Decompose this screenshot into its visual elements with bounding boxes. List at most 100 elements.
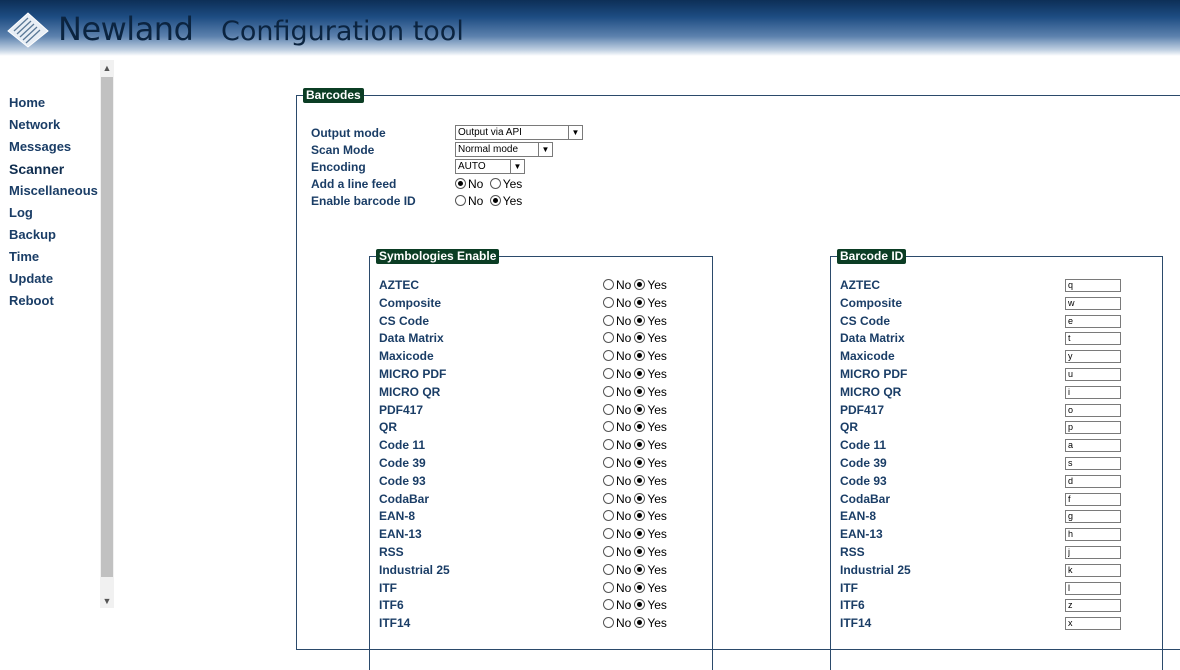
barcode-id-input[interactable] — [1065, 581, 1121, 595]
symbology-no-radio[interactable] — [603, 385, 614, 397]
barcode-id-input[interactable] — [1065, 385, 1121, 399]
barcode-id-no-radio[interactable] — [455, 195, 466, 206]
symbology-yes-radio[interactable] — [634, 332, 646, 344]
symbology-yes-radio[interactable] — [634, 546, 646, 557]
symbology-yes-radio[interactable] — [634, 510, 646, 522]
nav-item-log[interactable]: Log — [0, 202, 100, 224]
symbology-row: CS Code No Yes — [379, 312, 699, 330]
symbology-no-radio[interactable] — [603, 403, 614, 415]
barcode-id-input[interactable] — [1065, 350, 1121, 364]
barcode-id-row: PDF417 — [840, 401, 1160, 419]
barcode-id-input[interactable] — [1065, 421, 1121, 435]
symbology-no-radio[interactable] — [603, 421, 614, 433]
barcode-id-row: Maxicode — [840, 347, 1160, 365]
symbology-no-radio[interactable] — [603, 439, 614, 451]
symbology-no-radio[interactable] — [603, 563, 614, 575]
barcode-id-input[interactable] — [1065, 528, 1121, 542]
barcode-id-input[interactable] — [1065, 563, 1121, 577]
barcode-id-input[interactable] — [1065, 617, 1121, 631]
nav-item-scanner[interactable]: Scanner — [0, 158, 100, 180]
scrollbar-thumb[interactable] — [101, 77, 113, 577]
symbology-yes-radio[interactable] — [634, 368, 646, 379]
symbology-no-radio[interactable] — [603, 332, 614, 344]
symbology-yes-label: Yes — [647, 278, 667, 292]
barcode-id-input[interactable] — [1065, 510, 1121, 524]
symbology-name: ITF14 — [379, 616, 411, 631]
sidebar-scrollbar[interactable]: ▲ ▼ — [100, 60, 114, 608]
barcode-id-symbology-name: MICRO QR — [840, 384, 902, 399]
output-mode-select[interactable]: Output via API ▼ — [455, 125, 583, 140]
symbology-no-radio[interactable] — [603, 617, 614, 629]
nav-item-home[interactable]: Home — [0, 92, 100, 114]
nav-item-update[interactable]: Update — [0, 268, 100, 290]
barcodes-fieldset: Barcodes Output mode Output via API ▼ Sc… — [296, 88, 1180, 670]
symbology-yes-radio[interactable] — [634, 385, 646, 397]
symbology-yes-radio[interactable] — [634, 474, 646, 486]
header-banner: Newland Configuration tool — [0, 0, 1180, 56]
symbology-yes-radio[interactable] — [634, 457, 646, 468]
symbology-no-radio[interactable] — [603, 528, 614, 540]
symbology-no-radio[interactable] — [603, 546, 614, 557]
barcode-id-input[interactable] — [1065, 314, 1121, 328]
scroll-up-arrow-icon[interactable]: ▲ — [100, 60, 114, 76]
symbology-row: EAN-8 No Yes — [379, 507, 699, 525]
barcode-id-input[interactable] — [1065, 474, 1121, 488]
nav-item-network[interactable]: Network — [0, 114, 100, 136]
symbology-no-radio[interactable] — [603, 457, 614, 468]
nav-item-miscellaneous[interactable]: Miscellaneous — [0, 180, 100, 202]
barcode-id-input[interactable] — [1065, 296, 1121, 310]
barcode-id-input[interactable] — [1065, 439, 1121, 453]
nav-item-time[interactable]: Time — [0, 246, 100, 268]
symbology-no-radio[interactable] — [603, 350, 614, 362]
barcode-id-input[interactable] — [1065, 368, 1121, 381]
barcode-id-yes-radio[interactable] — [489, 195, 501, 206]
symbology-no-radio[interactable] — [603, 492, 614, 504]
symbology-name: MICRO PDF — [379, 367, 447, 381]
symbology-yes-radio[interactable] — [634, 279, 646, 290]
symbology-yes-radio[interactable] — [634, 350, 646, 362]
line-feed-yes-radio[interactable] — [489, 178, 501, 189]
symbology-yes-radio[interactable] — [634, 599, 646, 611]
symbology-no-radio[interactable] — [603, 314, 614, 326]
symbology-name: Code 39 — [379, 456, 426, 470]
barcode-id-input[interactable] — [1065, 279, 1121, 292]
nav-item-messages[interactable]: Messages — [0, 136, 100, 158]
barcode-id-symbology-name: QR — [840, 420, 858, 435]
symbology-yes-radio[interactable] — [634, 563, 646, 575]
symbology-yes-radio[interactable] — [634, 617, 646, 629]
barcode-id-input[interactable] — [1065, 457, 1121, 470]
line-feed-no-radio[interactable] — [455, 178, 466, 189]
barcode-id-input[interactable] — [1065, 546, 1121, 559]
barcode-id-input[interactable] — [1065, 599, 1121, 613]
barcode-id-input[interactable] — [1065, 492, 1121, 506]
symbology-yes-radio[interactable] — [634, 403, 646, 415]
symbology-no-label: No — [616, 456, 632, 470]
symbology-yes-label: Yes — [647, 367, 667, 381]
symbology-yes-radio[interactable] — [634, 296, 646, 308]
symbology-no-radio[interactable] — [603, 279, 614, 290]
symbology-no-radio[interactable] — [603, 599, 614, 611]
symbology-no-radio[interactable] — [603, 510, 614, 522]
barcode-id-input[interactable] — [1065, 403, 1121, 417]
symbology-row: ITF No Yes — [379, 579, 699, 597]
symbology-yes-radio[interactable] — [634, 492, 646, 504]
barcode-id-input[interactable] — [1065, 332, 1121, 346]
scan-mode-select[interactable]: Normal mode ▼ — [455, 142, 553, 157]
encoding-select[interactable]: AUTO ▼ — [455, 159, 525, 174]
nav-item-backup[interactable]: Backup — [0, 224, 100, 246]
symbology-yes-radio[interactable] — [634, 439, 646, 451]
symbology-yes-radio[interactable] — [634, 528, 646, 540]
barcode-id-row: EAN-8 — [840, 507, 1160, 525]
symbology-no-radio[interactable] — [603, 581, 614, 593]
barcode-id-symbology-name: MICRO PDF — [840, 367, 908, 381]
barcode-id-symbology-name: Composite — [840, 295, 903, 310]
app-title: Configuration tool — [221, 16, 464, 47]
symbology-no-radio[interactable] — [603, 368, 614, 379]
symbology-no-radio[interactable] — [603, 474, 614, 486]
symbology-yes-radio[interactable] — [634, 421, 646, 433]
nav-item-reboot[interactable]: Reboot — [0, 290, 100, 312]
symbology-yes-radio[interactable] — [634, 581, 646, 593]
symbology-yes-radio[interactable] — [634, 314, 646, 326]
scroll-down-arrow-icon[interactable]: ▼ — [100, 594, 114, 608]
symbology-no-radio[interactable] — [603, 296, 614, 308]
